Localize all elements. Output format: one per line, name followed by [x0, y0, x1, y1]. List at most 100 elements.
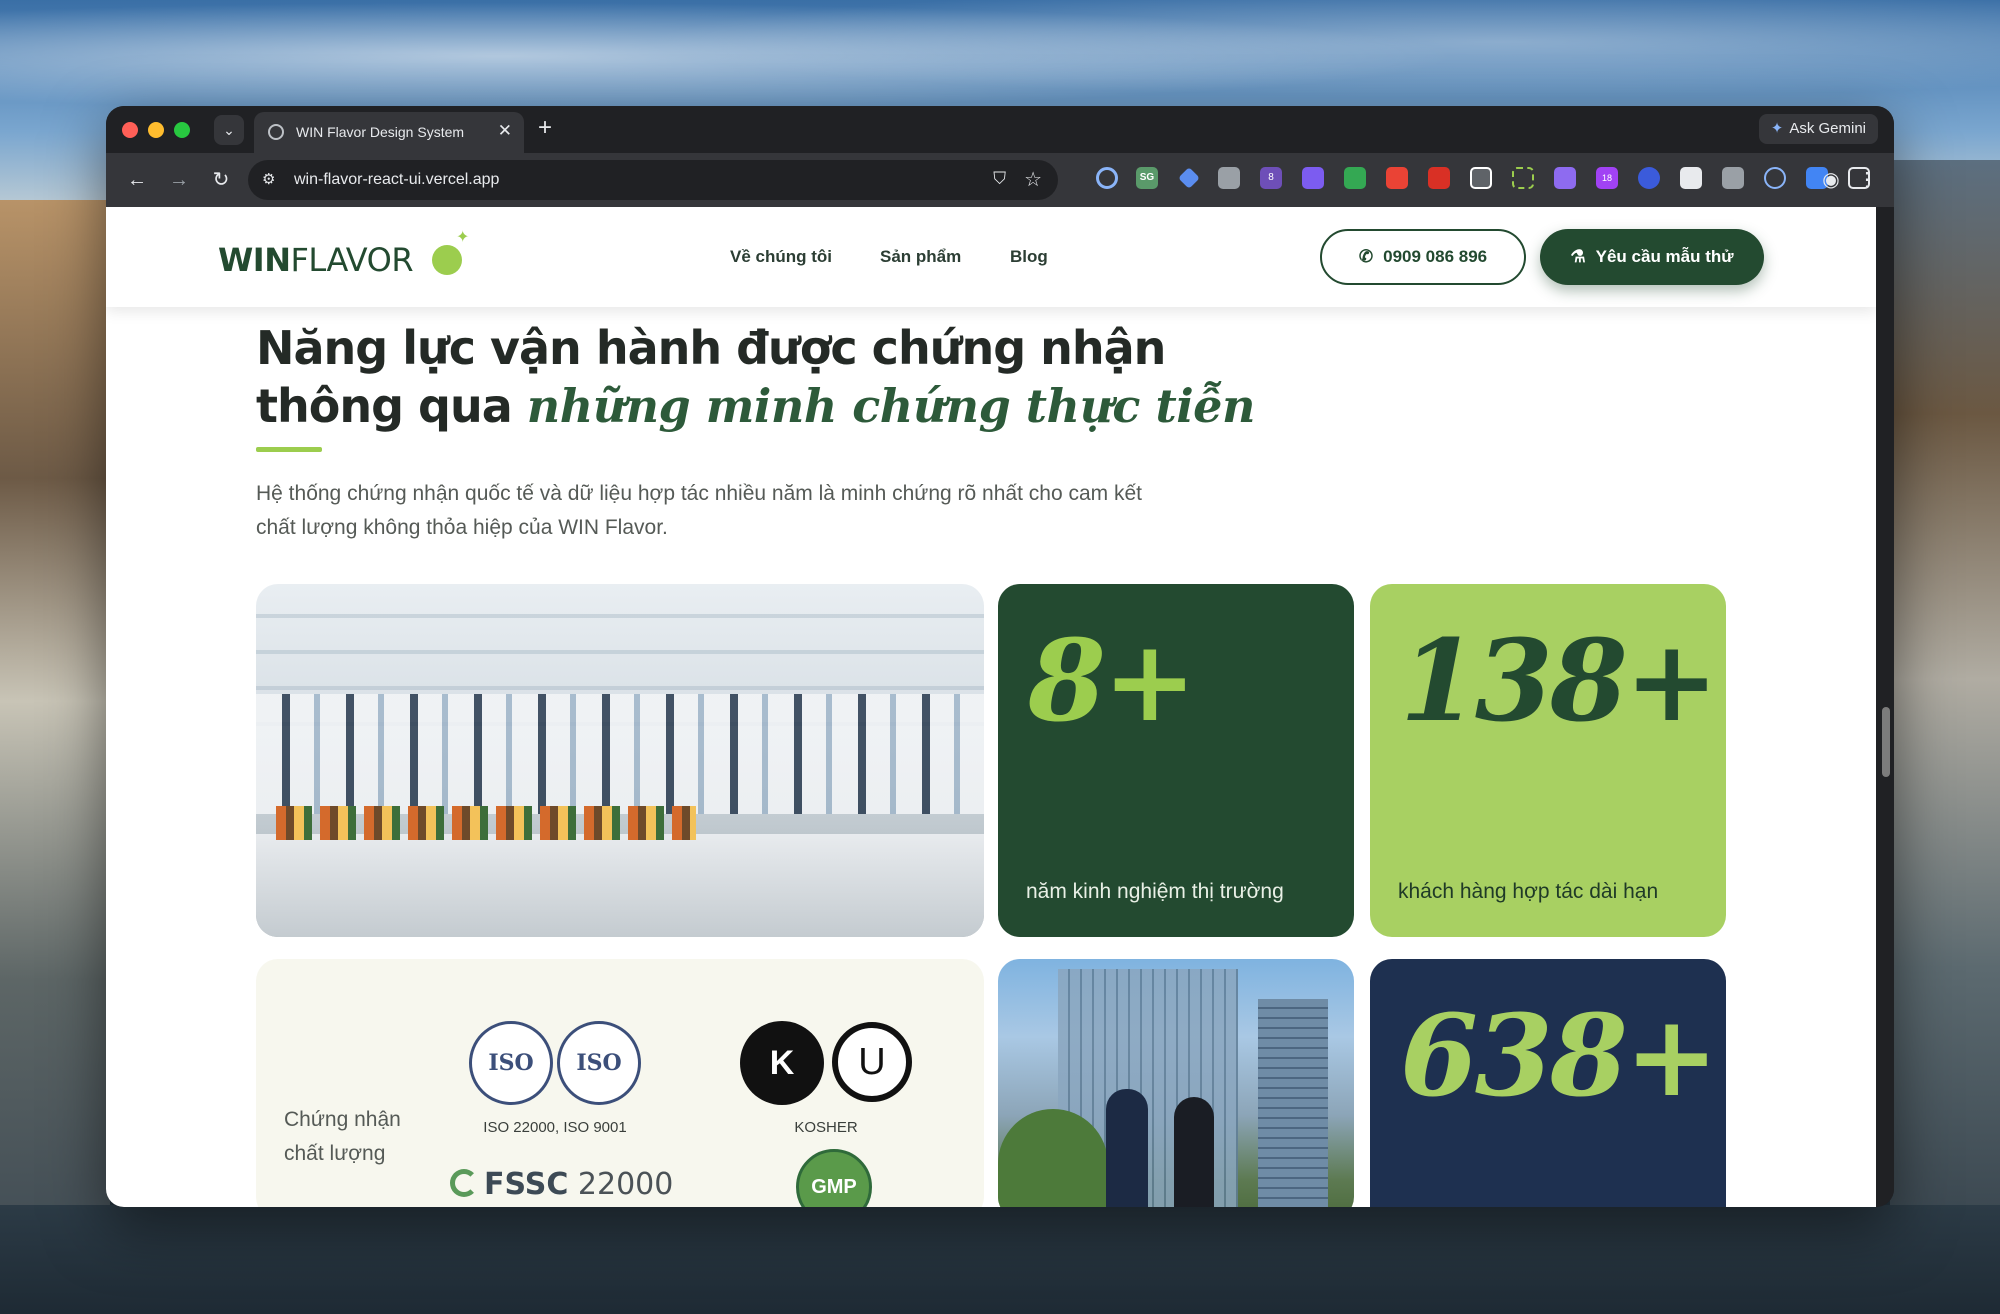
heading-line-2: thông qua những minh chứng thực tiễn — [256, 377, 1356, 435]
gemini-sparkle-icon: ✦ — [1770, 120, 1784, 137]
fssc-22000-logo: FSSC 22000 — [450, 1167, 673, 1202]
tab-search-chevron-icon[interactable]: ⌄ — [214, 115, 244, 145]
camera-icon[interactable] — [1218, 167, 1240, 189]
stat-value-years: 8+ — [1028, 616, 1197, 747]
extensions-area: SG 8 18 — [986, 167, 1886, 193]
wallpaper-left — [0, 200, 110, 1314]
blue-circle-extension-icon[interactable] — [1638, 167, 1660, 189]
bookmark-extension-icon[interactable] — [1428, 167, 1450, 189]
stat-value-clients: 138+ — [1400, 616, 1719, 747]
businesswoman — [1174, 1097, 1214, 1207]
stat-label-clients: khách hàng hợp tác dài hạn — [1398, 880, 1659, 903]
close-window-button[interactable] — [122, 122, 138, 138]
phone-number: 0909 086 896 — [1383, 247, 1488, 266]
kosher-k-badge: K — [740, 1021, 824, 1105]
minimize-window-button[interactable] — [148, 122, 164, 138]
stat-card-years: 8+ năm kinh nghiệm thị trường — [998, 584, 1354, 937]
web-page: WINFLAVOR ✦ Về chúng tôi Sản phẩm Blog ✆… — [106, 207, 1876, 1207]
fssc-text: FSSC — [484, 1167, 569, 1202]
back-arrow-icon[interactable]: ← — [122, 165, 152, 195]
flask-icon: ⚗ — [1570, 247, 1586, 266]
extension-18-icon[interactable]: 18 — [1596, 167, 1618, 189]
shield-check-icon[interactable] — [1344, 167, 1366, 189]
heading-underline — [256, 447, 322, 452]
diamond-extension-icon[interactable] — [1178, 167, 1200, 189]
broadcast-icon[interactable] — [1764, 167, 1786, 189]
kosher-u-badge: U — [832, 1022, 912, 1102]
tab-title: WIN Flavor Design System — [296, 124, 465, 140]
password-manager-icon[interactable] — [1096, 167, 1118, 189]
tab-bar: ⌄ WIN Flavor Design System ✕ + ✦ Ask Gemi… — [106, 106, 1894, 153]
browser-window: ⌄ WIN Flavor Design System ✕ + ✦ Ask Gemi… — [106, 106, 1894, 1207]
lab-team-photo — [256, 584, 984, 937]
browser-toolbar: ← → ↻ ⚙ win-flavor-react-ui.vercel.app ⛉… — [106, 153, 1894, 207]
stat-value-third: 638+ — [1400, 991, 1719, 1122]
forward-arrow-icon[interactable]: → — [164, 165, 194, 195]
reload-icon[interactable]: ↻ — [206, 165, 236, 195]
tab-active[interactable]: WIN Flavor Design System ✕ — [254, 112, 524, 153]
kosher-caption: KOSHER — [794, 1119, 858, 1136]
m-extension-icon[interactable] — [1722, 167, 1744, 189]
lab-products — [276, 806, 696, 840]
logo-drop-icon — [432, 245, 462, 275]
fssc-number: 22000 — [577, 1167, 674, 1202]
d-extension-icon[interactable] — [1302, 167, 1324, 189]
screen-capture-icon[interactable] — [1470, 167, 1492, 189]
purple-extension-icon[interactable] — [1554, 167, 1576, 189]
request-sample-label: Yêu cầu mẫu thử — [1595, 247, 1734, 266]
ask-gemini-label: Ask Gemini — [1789, 120, 1866, 137]
crop-icon[interactable] — [1512, 167, 1534, 189]
iso-certification: ISO ISO ISO 22000, ISO 9001 — [450, 1021, 660, 1136]
ask-gemini-button[interactable]: ✦ Ask Gemini — [1758, 114, 1878, 144]
page-scrollbar[interactable] — [1876, 207, 1894, 1207]
logo-sparkle-icon: ✦ — [456, 229, 470, 246]
phone-icon: ✆ — [1358, 247, 1374, 266]
fullscreen-window-button[interactable] — [174, 122, 190, 138]
section-heading: Năng lực vận hành được chứng nhận thông … — [256, 319, 1356, 435]
site-settings-icon[interactable]: ⚙ — [262, 170, 275, 188]
red-extension-icon[interactable] — [1386, 167, 1408, 189]
cat-extension-icon[interactable] — [1680, 167, 1702, 189]
profile-avatar-icon[interactable]: ◉ — [1816, 165, 1846, 195]
stat-label-years: năm kinh nghiệm thị trường — [1026, 880, 1284, 903]
brand-logo[interactable]: WINFLAVOR — [218, 241, 414, 279]
iso-9001-badge: ISO — [557, 1021, 641, 1105]
more-menu-icon[interactable]: ⋮ — [1852, 165, 1882, 195]
kosher-certification: KU KOSHER — [726, 1021, 926, 1136]
iso-22000-badge: ISO — [469, 1021, 553, 1105]
address-bar[interactable]: ⚙ win-flavor-react-ui.vercel.app ⛉ ☆ — [248, 160, 1058, 200]
scrollbar-thumb[interactable] — [1882, 707, 1890, 777]
fssc-mark-icon — [450, 1169, 478, 1197]
office-tower — [1258, 999, 1328, 1207]
iso-caption: ISO 22000, ISO 9001 — [483, 1119, 627, 1136]
close-tab-icon[interactable]: ✕ — [498, 121, 512, 141]
url-text: win-flavor-react-ui.vercel.app — [294, 171, 500, 188]
request-sample-button[interactable]: ⚗ Yêu cầu mẫu thử — [1540, 229, 1764, 285]
heading-line-1: Năng lực vận hành được chứng nhận — [256, 321, 1166, 375]
logo-flavor: FLAVOR — [290, 241, 414, 279]
logo-win: WIN — [218, 241, 291, 279]
extension-8-icon[interactable]: 8 — [1260, 167, 1282, 189]
heading-plain: thông qua — [256, 379, 513, 433]
section-intro: Hệ thống chứng nhận quốc tế và dữ liệu h… — [256, 482, 1142, 539]
wallpaper-right — [1890, 160, 2000, 1314]
stat-card-clients: 138+ khách hàng hợp tác dài hạn — [1370, 584, 1726, 937]
nav-blog[interactable]: Blog — [1010, 247, 1048, 267]
site-header: WINFLAVOR ✦ Về chúng tôi Sản phẩm Blog ✆… — [106, 207, 1876, 307]
certifications-card: Chứng nhận chất lượng ISO ISO ISO 22000, … — [256, 959, 984, 1207]
stat-card-third: 638+ — [1370, 959, 1726, 1207]
nav-about[interactable]: Về chúng tôi — [730, 247, 832, 267]
new-tab-plus-icon[interactable]: + — [538, 114, 552, 142]
certifications-title: Chứng nhận chất lượng — [284, 1108, 401, 1165]
extension-sg-icon[interactable]: SG — [1136, 167, 1158, 189]
lab-staff — [256, 694, 984, 814]
heading-accent: những minh chứng thực tiễn — [526, 379, 1256, 433]
lab-bench — [256, 834, 984, 937]
globe-icon — [268, 124, 284, 140]
wallpaper-bottom — [0, 1205, 2000, 1314]
business-handshake-photo — [998, 959, 1354, 1207]
phone-button[interactable]: ✆ 0909 086 896 — [1320, 229, 1526, 285]
businessman — [1106, 1089, 1148, 1207]
nav-products[interactable]: Sản phẩm — [880, 247, 961, 267]
gmp-badge: GMP — [796, 1149, 872, 1207]
